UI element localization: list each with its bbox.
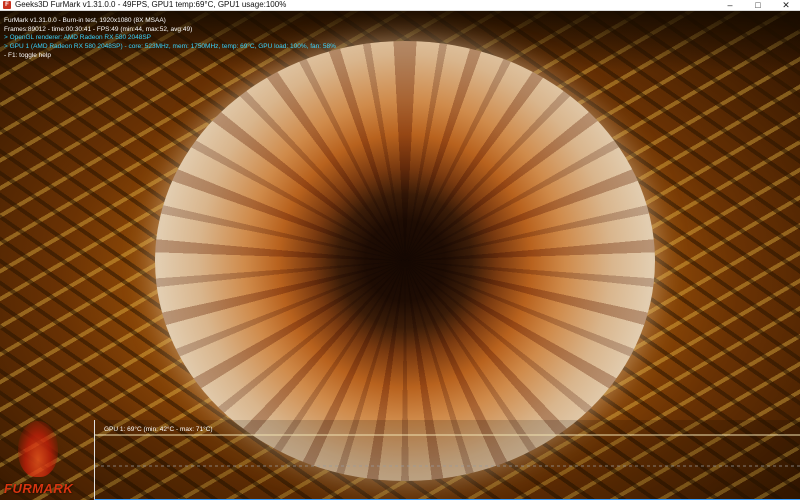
maximize-button[interactable]: □: [744, 0, 772, 11]
window-controls: – □ ✕: [716, 0, 800, 11]
osd-renderer-line: > OpenGL renderer: AMD Radeon RX 580 204…: [4, 34, 152, 42]
furmark-logo: FURMARK: [4, 415, 94, 500]
window-title: Geeks3D FurMark v1.31.0.0 - 49FPS, GPU1 …: [15, 0, 287, 9]
osd-title-line: FurMark v1.31.0.0 - Burn-in test, 1920x1…: [4, 17, 166, 24]
osd-frames-line: Frames:89012 - time:00:30:41 - FPS:49 (m…: [4, 25, 193, 33]
osd-gpu-line: > GPU 1 (AMD Radeon RX 580 2048SP) - cor…: [4, 43, 336, 51]
fur-streaks: [155, 41, 655, 481]
osd-overlay: FurMark v1.31.0.0 - Burn-in test, 1920x1…: [4, 17, 336, 60]
flame-icon: [18, 421, 58, 477]
osd-help-line: - F1: toggle help: [4, 51, 51, 59]
minimize-button[interactable]: –: [716, 0, 744, 11]
temperature-graph-label: GPU 1: 69°C (min: 42°C - max: 71°C): [104, 426, 213, 433]
window-title-bar[interactable]: F Geeks3D FurMark v1.31.0.0 - 49FPS, GPU…: [0, 0, 800, 11]
close-button[interactable]: ✕: [772, 0, 800, 11]
furmark-app-icon[interactable]: F: [3, 1, 11, 9]
furmark-logo-text: FURMARK: [4, 481, 74, 496]
